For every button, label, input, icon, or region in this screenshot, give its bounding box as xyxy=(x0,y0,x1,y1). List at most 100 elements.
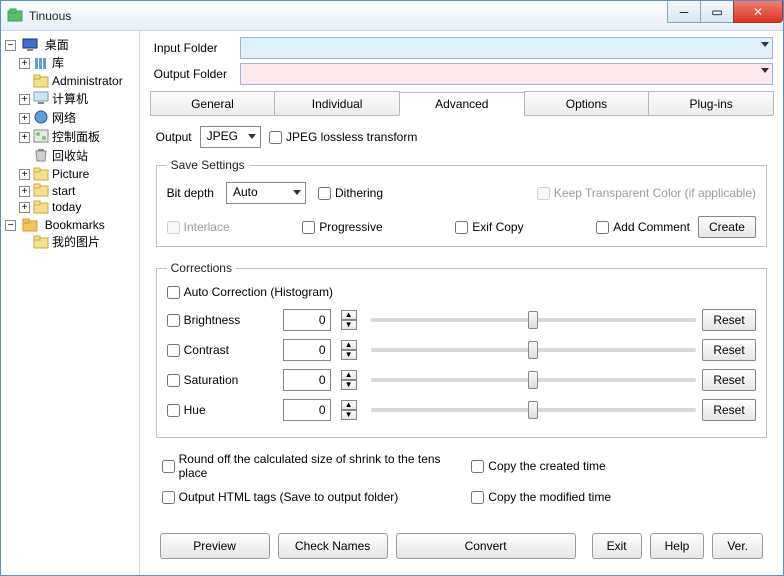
output-html-checkbox[interactable]: Output HTML tags (Save to output folder) xyxy=(162,490,452,504)
bit-depth-select[interactable]: Auto xyxy=(226,182,306,204)
expand-icon[interactable]: + xyxy=(19,169,30,180)
tab-plugins[interactable]: Plug-ins xyxy=(648,91,774,115)
correction-row: Brightness ▲▼ Reset xyxy=(167,309,756,331)
tree-node[interactable]: + 计算机 xyxy=(19,89,137,108)
expand-icon[interactable]: + xyxy=(19,113,30,124)
auto-correction-checkbox[interactable]: Auto Correction (Histogram) xyxy=(167,285,333,299)
ver-button[interactable]: Ver. xyxy=(712,533,763,559)
tree-label: 控制面板 xyxy=(52,130,100,144)
spin-buttons: ▲▼ xyxy=(341,370,365,390)
expand-icon[interactable]: + xyxy=(19,186,30,197)
app-icon xyxy=(7,8,23,24)
titlebar: Tinuous ─ ▭ ✕ xyxy=(1,1,783,31)
check-names-button[interactable]: Check Names xyxy=(278,533,388,559)
spin-buttons: ▲▼ xyxy=(341,400,365,420)
correction-slider[interactable] xyxy=(371,348,696,352)
jpeg-lossless-checkbox[interactable]: JPEG lossless transform xyxy=(269,130,417,144)
correction-value[interactable] xyxy=(283,309,331,331)
preview-button[interactable]: Preview xyxy=(160,533,270,559)
corrections-group: Corrections Auto Correction (Histogram) … xyxy=(156,261,767,438)
tree-node[interactable]: +库 xyxy=(19,53,137,72)
spin-up[interactable]: ▲ xyxy=(341,310,357,320)
tree-label: start xyxy=(52,183,75,197)
convert-button[interactable]: Convert xyxy=(396,533,576,559)
expand-icon[interactable]: + xyxy=(19,58,30,69)
tree-node[interactable]: +Picture xyxy=(19,165,137,182)
tree-node-bookmarks[interactable]: − Bookmarks 我的图片 xyxy=(5,216,137,252)
reset-button[interactable]: Reset xyxy=(702,369,756,391)
tree-label: today xyxy=(52,200,81,214)
spin-up[interactable]: ▲ xyxy=(341,400,357,410)
chevron-down-icon xyxy=(248,134,256,139)
output-folder-label: Output Folder xyxy=(150,67,240,81)
tab-general[interactable]: General xyxy=(150,91,276,115)
correction-checkbox[interactable]: Brightness xyxy=(167,313,277,327)
tab-advanced[interactable]: Advanced xyxy=(399,92,525,116)
spin-down[interactable]: ▼ xyxy=(341,410,357,420)
chevron-down-icon[interactable] xyxy=(761,42,769,47)
tree-node[interactable]: 回收站 xyxy=(19,146,137,165)
output-format-select[interactable]: JPEG xyxy=(200,126,261,148)
dithering-checkbox[interactable]: Dithering xyxy=(318,186,383,200)
correction-checkbox[interactable]: Saturation xyxy=(167,373,277,387)
spin-down[interactable]: ▼ xyxy=(341,350,357,360)
minimize-button[interactable]: ─ xyxy=(667,1,701,23)
tree-node[interactable]: + start xyxy=(19,182,137,199)
app-window: Tinuous ─ ▭ ✕ − 桌面 +库Administrator+计算机+网… xyxy=(0,0,784,576)
spin-down[interactable]: ▼ xyxy=(341,380,357,390)
tabs: General Individual Advanced Options Plug… xyxy=(150,91,773,116)
add-comment-checkbox[interactable]: Add Comment xyxy=(596,220,690,234)
bookmarks-icon xyxy=(22,218,38,232)
reset-button[interactable]: Reset xyxy=(702,339,756,361)
tree-node[interactable]: + 控制面板 xyxy=(19,127,137,146)
correction-slider[interactable] xyxy=(371,318,696,322)
tree-label: Administrator xyxy=(52,74,123,88)
reset-button[interactable]: Reset xyxy=(702,399,756,421)
progressive-checkbox[interactable]: Progressive xyxy=(302,220,382,234)
close-button[interactable]: ✕ xyxy=(733,1,783,23)
collapse-icon[interactable]: − xyxy=(5,220,16,231)
correction-value[interactable] xyxy=(283,399,331,421)
exit-button[interactable]: Exit xyxy=(592,533,642,559)
tree-node[interactable]: + today xyxy=(19,198,137,215)
bit-depth-label: Bit depth xyxy=(167,186,214,200)
exif-copy-checkbox[interactable]: Exif Copy xyxy=(455,220,523,234)
correction-checkbox[interactable]: Hue xyxy=(167,403,277,417)
output-folder-field[interactable] xyxy=(240,63,773,85)
spin-down[interactable]: ▼ xyxy=(341,320,357,330)
correction-checkbox[interactable]: Contrast xyxy=(167,343,277,357)
correction-row: Contrast ▲▼ Reset xyxy=(167,339,756,361)
input-folder-field[interactable] xyxy=(240,37,773,59)
tab-options[interactable]: Options xyxy=(524,91,650,115)
spin-up[interactable]: ▲ xyxy=(341,370,357,380)
collapse-icon[interactable]: − xyxy=(5,40,16,51)
reset-button[interactable]: Reset xyxy=(702,309,756,331)
tab-individual[interactable]: Individual xyxy=(274,91,400,115)
round-off-checkbox[interactable]: Round off the calculated size of shrink … xyxy=(162,452,452,480)
output-row: Output JPEG JPEG lossless transform xyxy=(156,126,767,148)
spin-up[interactable]: ▲ xyxy=(341,340,357,350)
tree-node[interactable]: 我的图片 xyxy=(19,232,137,251)
window-buttons: ─ ▭ ✕ xyxy=(668,1,783,30)
correction-slider[interactable] xyxy=(371,408,696,412)
tree-label: 网络 xyxy=(52,111,76,125)
tree-label: 计算机 xyxy=(52,92,88,106)
correction-row: Hue ▲▼ Reset xyxy=(167,399,756,421)
folder-tree: − 桌面 +库Administrator+计算机+网络+控制面板回收站+Pict… xyxy=(1,31,140,575)
maximize-button[interactable]: ▭ xyxy=(700,1,734,23)
save-settings-legend: Save Settings xyxy=(167,158,249,172)
copy-modified-checkbox[interactable]: Copy the modified time xyxy=(471,490,761,504)
expand-icon[interactable]: + xyxy=(19,132,30,143)
tree-node[interactable]: + 网络 xyxy=(19,108,137,127)
tree-node[interactable]: Administrator xyxy=(19,72,137,89)
chevron-down-icon[interactable] xyxy=(761,68,769,73)
expand-icon[interactable]: + xyxy=(19,94,30,105)
create-button[interactable]: Create xyxy=(698,216,756,238)
help-button[interactable]: Help xyxy=(650,533,705,559)
correction-value[interactable] xyxy=(283,369,331,391)
correction-value[interactable] xyxy=(283,339,331,361)
copy-created-checkbox[interactable]: Copy the created time xyxy=(471,452,761,480)
expand-icon[interactable]: + xyxy=(19,202,30,213)
tree-node-desktop[interactable]: − 桌面 +库Administrator+计算机+网络+控制面板回收站+Pict… xyxy=(5,35,137,216)
correction-slider[interactable] xyxy=(371,378,696,382)
